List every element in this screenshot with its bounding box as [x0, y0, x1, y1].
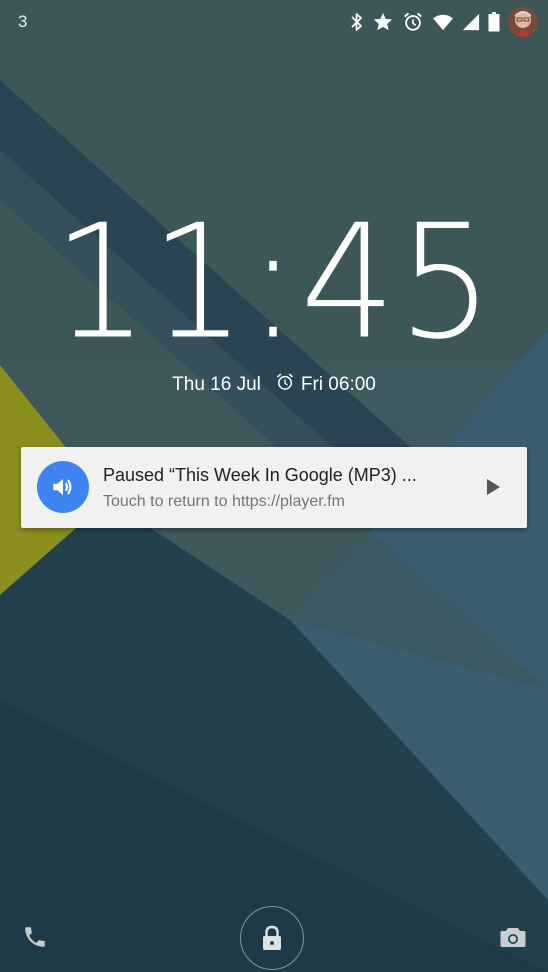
notification-count: 3 — [18, 12, 28, 31]
lock-screen: 3 11:45 Thu 16 Jul Fri 06:00 Paused “Thi… — [0, 0, 548, 972]
cell-signal-icon — [462, 6, 480, 38]
alarm-icon — [275, 372, 295, 398]
wifi-icon — [432, 6, 454, 38]
battery-icon — [488, 6, 500, 38]
clock: 11:45 — [0, 204, 548, 362]
lock-icon — [263, 925, 281, 950]
next-alarm-label: Fri 06:00 — [300, 374, 376, 395]
next-alarm: Fri 06:00 — [275, 372, 376, 398]
phone-button[interactable] — [20, 922, 50, 952]
bottom-bar — [0, 900, 548, 972]
star-icon — [372, 6, 394, 38]
play-button[interactable] — [481, 475, 505, 499]
notification-title: Paused “This Week In Google (MP3) ... — [103, 465, 417, 485]
bluetooth-icon — [350, 6, 364, 38]
status-bar: 3 — [0, 0, 548, 44]
phone-icon — [25, 927, 45, 947]
camera-icon — [500, 928, 526, 947]
play-icon — [487, 479, 500, 495]
status-icons — [350, 6, 538, 38]
volume-icon — [37, 461, 89, 513]
date-label: Thu 16 Jul — [172, 374, 261, 395]
notification-text: Touch to return to https://player.fm — [103, 493, 345, 510]
lock-button[interactable] — [240, 906, 304, 970]
clock-time: 11:45 — [52, 191, 496, 375]
camera-button[interactable] — [498, 922, 528, 952]
media-notification[interactable]: Paused “This Week In Google (MP3) ... To… — [21, 447, 527, 528]
avatar[interactable] — [508, 6, 538, 38]
alarm-icon — [402, 6, 424, 38]
date-row: Thu 16 Jul Fri 06:00 — [0, 372, 548, 398]
